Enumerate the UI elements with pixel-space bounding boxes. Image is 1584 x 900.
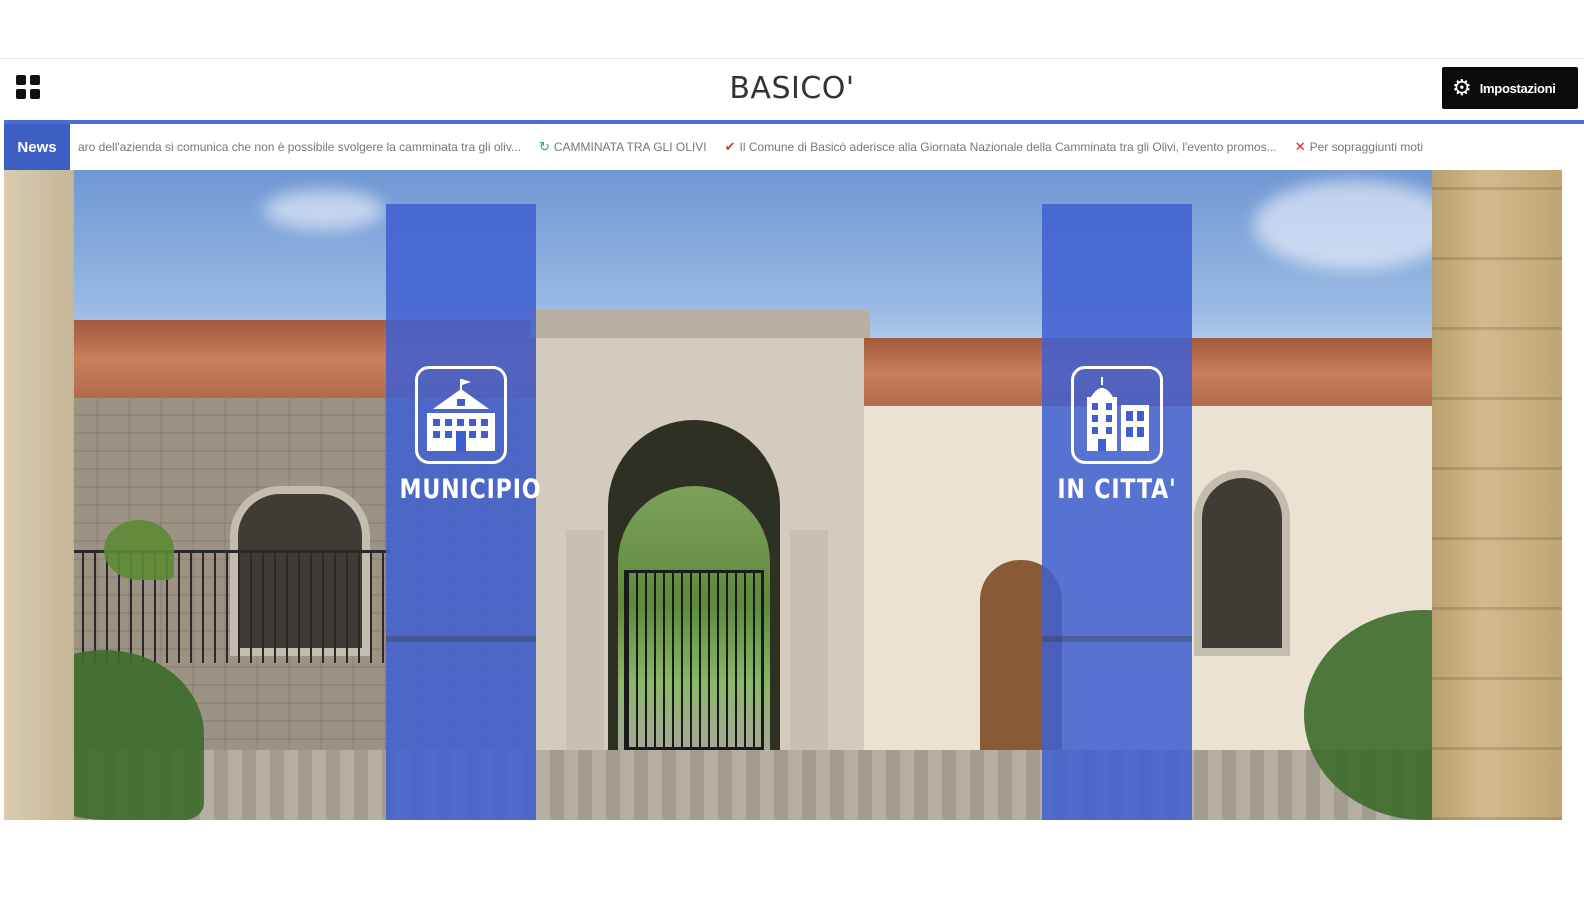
check-icon: ✔: [724, 139, 736, 154]
iron-gate: [624, 570, 764, 750]
news-item-text: aro dell'azienda si comunica che non è p…: [78, 140, 521, 154]
tile-label: MUNICIPIO: [399, 474, 542, 505]
gate-pillar: [566, 530, 604, 750]
town-hall-graphic: [427, 379, 495, 451]
cloud: [1254, 180, 1454, 270]
settings-button[interactable]: ⚙ Impostazioni: [1442, 67, 1578, 109]
news-item-text: Il Comune di Basicò aderisce alla Giorna…: [739, 140, 1277, 154]
tile-municipio[interactable]: MUNICIPIO: [386, 204, 542, 820]
stone-column: [1432, 170, 1562, 820]
close-icon: ✕: [1294, 139, 1306, 154]
town-hall-icon: [415, 366, 507, 464]
gate-cornice: [530, 310, 870, 338]
flower-pot: [104, 520, 174, 580]
news-ticker: News aro dell'azienda si comunica che no…: [4, 120, 1584, 170]
news-item[interactable]: aro dell'azienda si comunica che non è p…: [78, 140, 521, 154]
cloud: [264, 190, 384, 230]
hero-background-image: MUNICIPIO IN CITTA': [4, 170, 1562, 820]
top-bar: BASICO' ⚙ Impostazioni: [0, 58, 1584, 117]
news-track: aro dell'azienda si comunica che non è p…: [78, 124, 1441, 170]
gate-pillar: [790, 530, 828, 750]
page-title: BASICO': [729, 71, 855, 106]
news-item-text: CAMMINATA TRA GLI OLIVI: [553, 140, 707, 154]
news-item[interactable]: ✔ Il Comune di Basicò aderisce alla Gior…: [725, 139, 1277, 155]
news-label: News: [4, 124, 70, 170]
refresh-icon: ↻: [538, 139, 550, 154]
settings-label: Impostazioni: [1479, 80, 1556, 96]
news-item-text: Per sopraggiunti moti: [1309, 140, 1423, 154]
city-buildings-icon: [1071, 366, 1163, 464]
app-window: BASICO' ⚙ Impostazioni News aro dell'azi…: [0, 58, 1584, 830]
news-item[interactable]: ↻ CAMMINATA TRA GLI OLIVI: [539, 139, 707, 155]
news-item[interactable]: ✕ Per sopraggiunti moti: [1295, 139, 1423, 155]
gear-icon: ⚙: [1452, 75, 1472, 100]
stone-column: [4, 170, 74, 820]
city-buildings-graphic: [1087, 377, 1149, 451]
tile-in-citta[interactable]: IN CITTA': [1042, 204, 1192, 820]
tile-divider: [1042, 636, 1192, 642]
tile-divider: [386, 636, 536, 642]
arched-window: [1194, 470, 1290, 656]
tile-label: IN CITTA': [1057, 474, 1177, 505]
